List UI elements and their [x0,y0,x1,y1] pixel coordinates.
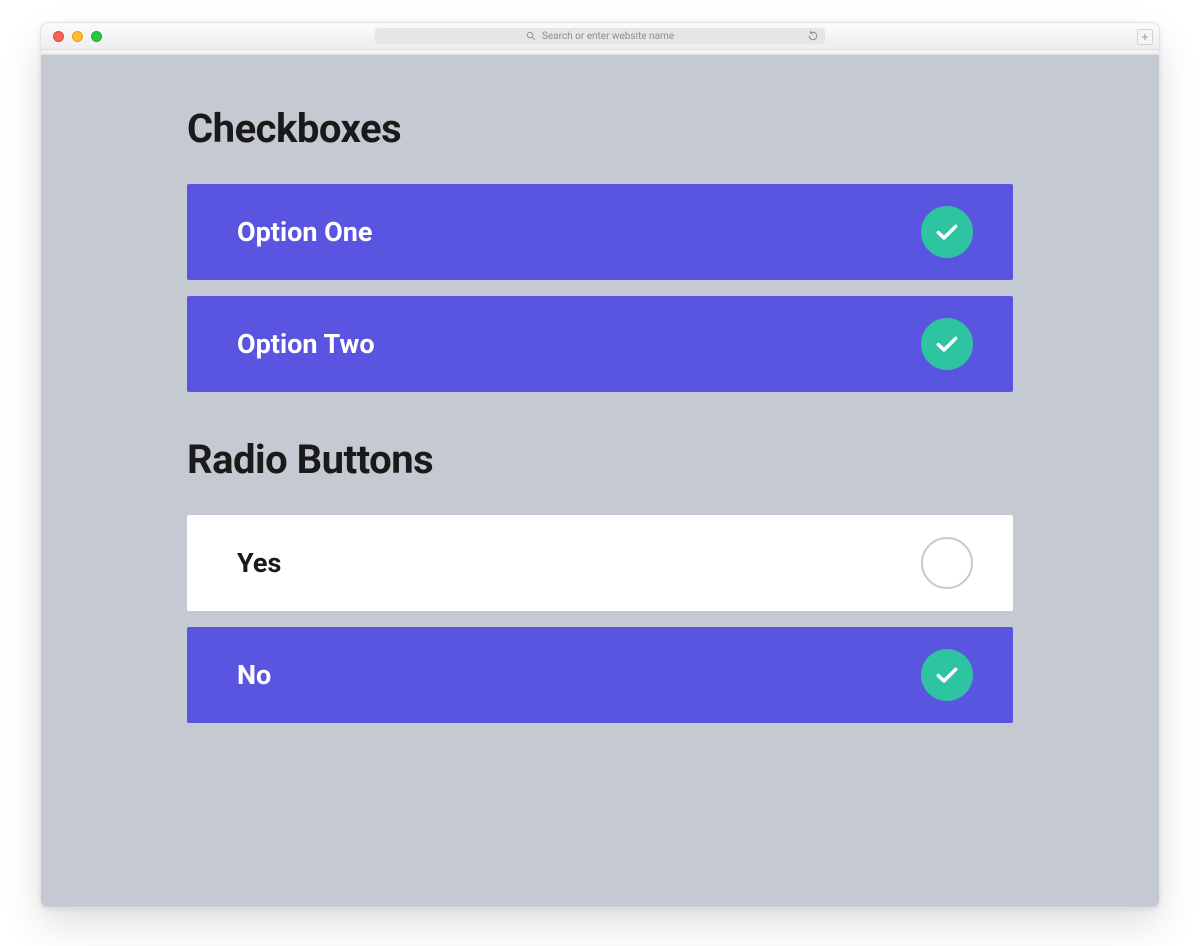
check-icon [921,318,973,370]
radio-no[interactable]: No [187,627,1013,723]
radio-label: Yes [237,547,281,579]
address-placeholder: Search or enter website name [542,31,674,42]
page: Checkboxes Option One Option Two [41,55,1159,908]
checkbox-option-one[interactable]: Option One [187,184,1013,280]
radio-title: Radio Buttons [187,436,1013,483]
search-icon [526,31,536,41]
checkboxes-section: Checkboxes Option One Option Two [187,105,1013,392]
radio-section: Radio Buttons Yes No [187,436,1013,723]
radio-unchecked-icon [921,537,973,589]
titlebar: Search or enter website name + [41,23,1159,50]
maximize-window-button[interactable] [91,31,102,42]
plus-icon: + [1142,31,1149,43]
minimize-window-button[interactable] [72,31,83,42]
radio-yes[interactable]: Yes [187,515,1013,611]
checkbox-option-two[interactable]: Option Two [187,296,1013,392]
checkbox-label: Option Two [237,328,375,360]
content: Checkboxes Option One Option Two [187,105,1013,723]
radio-label: No [237,659,271,691]
check-icon [921,649,973,701]
check-icon [921,206,973,258]
traffic-lights [41,31,102,42]
browser-window: Search or enter website name + Checkboxe… [40,22,1160,908]
checkbox-label: Option One [237,216,373,248]
reload-icon[interactable] [807,30,819,42]
new-tab-button[interactable]: + [1137,29,1153,45]
address-bar[interactable]: Search or enter website name [375,28,825,44]
close-window-button[interactable] [53,31,64,42]
checkboxes-title: Checkboxes [187,105,1013,152]
